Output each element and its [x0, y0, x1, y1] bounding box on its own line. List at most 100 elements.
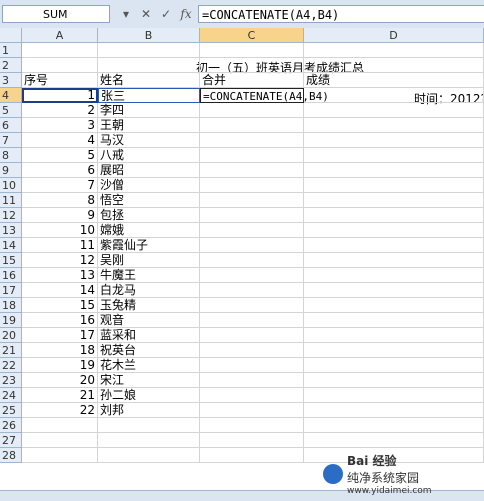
cell-a[interactable]: 20 [22, 373, 98, 388]
cell-b[interactable] [98, 433, 200, 448]
row-header[interactable]: 16 [0, 268, 22, 283]
cell-c[interactable] [200, 238, 304, 253]
row-header[interactable]: 5 [0, 103, 22, 118]
row-header[interactable]: 6 [0, 118, 22, 133]
cell-a[interactable] [22, 448, 98, 463]
dropdown-icon[interactable]: ▾ [118, 5, 134, 23]
cell-a[interactable]: 7 [22, 178, 98, 193]
cell-d[interactable] [304, 253, 484, 268]
row-header[interactable]: 12 [0, 208, 22, 223]
cell-a[interactable]: 18 [22, 343, 98, 358]
cell-a[interactable]: 21 [22, 388, 98, 403]
cell-c[interactable] [200, 283, 304, 298]
cell-b[interactable]: 宋江 [98, 373, 200, 388]
cell-a[interactable]: 11 [22, 238, 98, 253]
cell-d[interactable] [304, 208, 484, 223]
cell-a[interactable]: 16 [22, 313, 98, 328]
cell-d[interactable] [304, 373, 484, 388]
cell-d[interactable] [304, 103, 484, 118]
cell-b[interactable] [98, 448, 200, 463]
cell-a[interactable] [22, 43, 98, 58]
cell-a[interactable]: 1 [22, 88, 98, 103]
cell-c[interactable] [200, 373, 304, 388]
cell-b[interactable]: 李四 [98, 103, 200, 118]
cell-a[interactable] [22, 433, 98, 448]
header-merge[interactable]: 合并 [200, 73, 304, 88]
cell-d[interactable] [304, 358, 484, 373]
cell-d[interactable] [304, 193, 484, 208]
cell-a[interactable]: 3 [22, 118, 98, 133]
cell-b[interactable]: 嫦娥 [98, 223, 200, 238]
cell-d[interactable] [304, 328, 484, 343]
row-header[interactable]: 27 [0, 433, 22, 448]
cell-a[interactable]: 9 [22, 208, 98, 223]
cell-c[interactable] [200, 223, 304, 238]
header-name[interactable]: 姓名 [98, 73, 200, 88]
row-header[interactable]: 19 [0, 313, 22, 328]
cell-a[interactable]: 13 [22, 268, 98, 283]
row-header[interactable]: 2 [0, 58, 22, 73]
row-header[interactable]: 1 [0, 43, 22, 58]
cell-d[interactable] [304, 343, 484, 358]
cell-c[interactable] [200, 163, 304, 178]
cell-d[interactable] [304, 148, 484, 163]
cell-c[interactable] [200, 58, 304, 73]
cell-b[interactable] [98, 58, 200, 73]
row-header[interactable]: 23 [0, 373, 22, 388]
select-all-corner[interactable] [0, 28, 22, 43]
editing-cell-c4[interactable]: =CONCATENATE(A4,B4) [200, 88, 329, 103]
cell-c[interactable] [200, 118, 304, 133]
row-header[interactable]: 14 [0, 238, 22, 253]
cell-d[interactable] [304, 418, 484, 433]
cell-b[interactable]: 孙二娘 [98, 388, 200, 403]
cell-c[interactable] [200, 193, 304, 208]
cell-b[interactable]: 八戒 [98, 148, 200, 163]
cell-c[interactable] [200, 268, 304, 283]
cancel-icon[interactable]: ✕ [138, 5, 154, 23]
column-header-a[interactable]: A [22, 28, 98, 43]
cell-c[interactable] [200, 133, 304, 148]
cell-a[interactable]: 5 [22, 148, 98, 163]
cell-d[interactable] [304, 403, 484, 418]
cell-b[interactable]: 展昭 [98, 163, 200, 178]
row-header[interactable]: 17 [0, 283, 22, 298]
cell-b[interactable]: 包拯 [98, 208, 200, 223]
cell-a[interactable] [22, 418, 98, 433]
column-header-d[interactable]: D [304, 28, 484, 43]
row-header[interactable]: 3 [0, 73, 22, 88]
cell-d[interactable] [304, 223, 484, 238]
cell-d[interactable] [304, 43, 484, 58]
cell-d[interactable] [304, 298, 484, 313]
cell-c[interactable] [200, 403, 304, 418]
cell-d[interactable] [304, 118, 484, 133]
cell-b[interactable]: 观音 [98, 313, 200, 328]
cell-b[interactable]: 花木兰 [98, 358, 200, 373]
cell-b[interactable] [98, 418, 200, 433]
cell-b[interactable]: 紫霞仙子 [98, 238, 200, 253]
row-header[interactable]: 8 [0, 148, 22, 163]
cell-c[interactable] [200, 298, 304, 313]
cell-d[interactable] [304, 163, 484, 178]
cell-b[interactable]: 祝英台 [98, 343, 200, 358]
cell-c[interactable] [200, 178, 304, 193]
cell-c[interactable] [200, 208, 304, 223]
cell-c[interactable] [200, 103, 304, 118]
row-header[interactable]: 20 [0, 328, 22, 343]
cell-b[interactable]: 玉兔精 [98, 298, 200, 313]
cell-a[interactable]: 14 [22, 283, 98, 298]
cell-d[interactable] [304, 178, 484, 193]
cell-a[interactable]: 2 [22, 103, 98, 118]
cell-c[interactable] [200, 388, 304, 403]
enter-icon[interactable]: ✓ [158, 5, 174, 23]
formula-input[interactable]: =CONCATENATE(A4,B4) [198, 5, 484, 23]
cell-b[interactable]: 沙僧 [98, 178, 200, 193]
cell-a[interactable]: 15 [22, 298, 98, 313]
cell-d[interactable] [304, 313, 484, 328]
cell-b[interactable]: 蓝采和 [98, 328, 200, 343]
row-header[interactable]: 28 [0, 448, 22, 463]
header-seq[interactable]: 序号 [22, 73, 98, 88]
cell-a[interactable]: 19 [22, 358, 98, 373]
cell-c[interactable] [200, 433, 304, 448]
row-header[interactable]: 18 [0, 298, 22, 313]
cell-d[interactable] [304, 238, 484, 253]
